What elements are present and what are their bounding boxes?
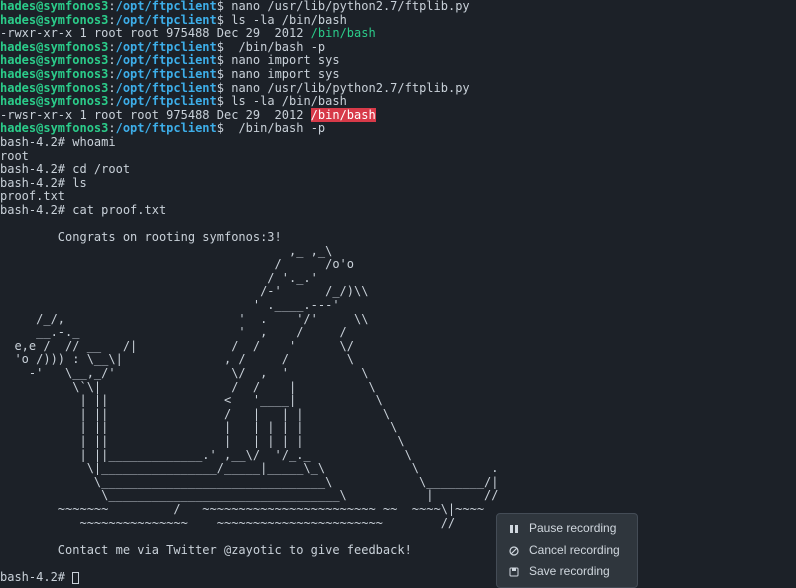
user-host: hades@symfonos3 [0,13,108,27]
output-line: bash-4.2# cat proof.txt [0,204,796,218]
ls-output: -rwsr-xr-x 1 root root 975488 Dec 29 201… [0,109,796,123]
cwd-path: /opt/ftpclient [116,94,217,108]
output-line: root [0,150,796,164]
output-line: \_______________________________\ \_____… [0,476,796,490]
cancel-icon [507,546,521,556]
output-line: /_/, ' . '/' \\ [0,313,796,327]
ls-output: -rwxr-xr-x 1 root root 975488 Dec 29 201… [0,27,796,41]
output-line: ,_ ,_\ [0,245,796,259]
cancel-recording-button[interactable]: Cancel recording [497,540,637,562]
output-line: | || < '____| \ [0,394,796,408]
output-line: /-' /_/)\\ [0,285,796,299]
cwd-path: /opt/ftpclient [116,0,217,13]
output-line [0,530,796,544]
recording-popup: Pause recording Cancel recording Save re… [496,513,638,588]
output-line: proof.txt [0,190,796,204]
cwd-path: /opt/ftpclient [116,81,217,95]
shell-line: hades@symfonos3:/opt/ftpclient$ ls -la /… [0,14,796,28]
output-line: \________________________________\ | // [0,489,796,503]
command-text: nano import sys [224,67,340,81]
output-line: \`\| / / | \ [0,381,796,395]
save-icon [507,567,521,577]
pause-icon [507,524,521,534]
highlighted-path: /bin/bash [311,108,376,122]
highlighted-path: /bin/bash [311,26,376,40]
active-prompt[interactable]: bash-4.2# [0,571,796,585]
shell-line: hades@symfonos3:/opt/ftpclient$ nano imp… [0,68,796,82]
output-line: 'o /))) : \__\| , / / \ [0,353,796,367]
cursor [72,572,79,584]
user-host: hades@symfonos3 [0,40,108,54]
user-host: hades@symfonos3 [0,121,108,135]
command-text: nano /usr/lib/python2.7/ftplib.py [224,0,470,13]
output-line: Congrats on rooting symfonos:3! [0,231,796,245]
user-host: hades@symfonos3 [0,53,108,67]
command-text: ls -la /bin/bash [224,94,347,108]
output-line: ~~~~~~~ / ~~~~~~~~~~~~~~~~~~~~~~~~ ~~ ~~… [0,503,796,517]
command-text: ls -la /bin/bash [224,13,347,27]
output-line: Contact me via Twitter @zayotic to give … [0,544,796,558]
output-line: ' .____.---' [0,299,796,313]
shell-line: hades@symfonos3:/opt/ftpclient$ nano /us… [0,0,796,14]
output-line: \|________________/_____|_____\_\ \ . [0,462,796,476]
terminal-output[interactable]: hades@symfonos3:/opt/ftpclient$ nano /us… [0,0,796,585]
command-text: nano /usr/lib/python2.7/ftplib.py [224,81,470,95]
output-line: e,e / // __ /| / / ' \/ [0,340,796,354]
cwd-path: /opt/ftpclient [116,40,217,54]
cwd-path: /opt/ftpclient [116,53,217,67]
shell-line: hades@symfonos3:/opt/ftpclient$ nano /us… [0,82,796,96]
cwd-path: /opt/ftpclient [116,13,217,27]
output-line: / /o'o [0,258,796,272]
output-line [0,557,796,571]
cwd-path: /opt/ftpclient [116,121,217,135]
user-host: hades@symfonos3 [0,67,108,81]
user-host: hades@symfonos3 [0,81,108,95]
shell-line: hades@symfonos3:/opt/ftpclient$ ls -la /… [0,95,796,109]
command-text: /bin/bash -p [224,40,325,54]
output-line: | || | | | | | \ [0,421,796,435]
save-recording-button[interactable]: Save recording [497,561,637,583]
save-label: Save recording [529,565,610,579]
shell-line: hades@symfonos3:/opt/ftpclient$ /bin/bas… [0,41,796,55]
output-line: bash-4.2# cd /root [0,163,796,177]
output-line: __.-._ ' , / / [0,326,796,340]
output-line: | ||_____________.' ,__\/ '/_._ \ [0,449,796,463]
user-host: hades@symfonos3 [0,0,108,13]
output-line: bash-4.2# ls [0,177,796,191]
output-line: -' \__,_/' \/ , ' \ [0,367,796,381]
pause-recording-button[interactable]: Pause recording [497,518,637,540]
user-host: hades@symfonos3 [0,94,108,108]
cancel-label: Cancel recording [529,544,620,558]
output-line [0,218,796,232]
pause-label: Pause recording [529,522,616,536]
output-line: bash-4.2# whoami [0,136,796,150]
output-line: ~~~~~~~~~~~~~~~ ~~~~~~~~~~~~~~~~~~~~~~~ … [0,517,796,531]
output-line: | || / | | | \ [0,408,796,422]
shell-line: hades@symfonos3:/opt/ftpclient$ nano imp… [0,54,796,68]
shell-line: hades@symfonos3:/opt/ftpclient$ /bin/bas… [0,122,796,136]
command-text: /bin/bash -p [224,121,325,135]
command-text: nano import sys [224,53,340,67]
cwd-path: /opt/ftpclient [116,67,217,81]
output-line: / '._.' [0,272,796,286]
output-line: | || | | | | | \ [0,435,796,449]
